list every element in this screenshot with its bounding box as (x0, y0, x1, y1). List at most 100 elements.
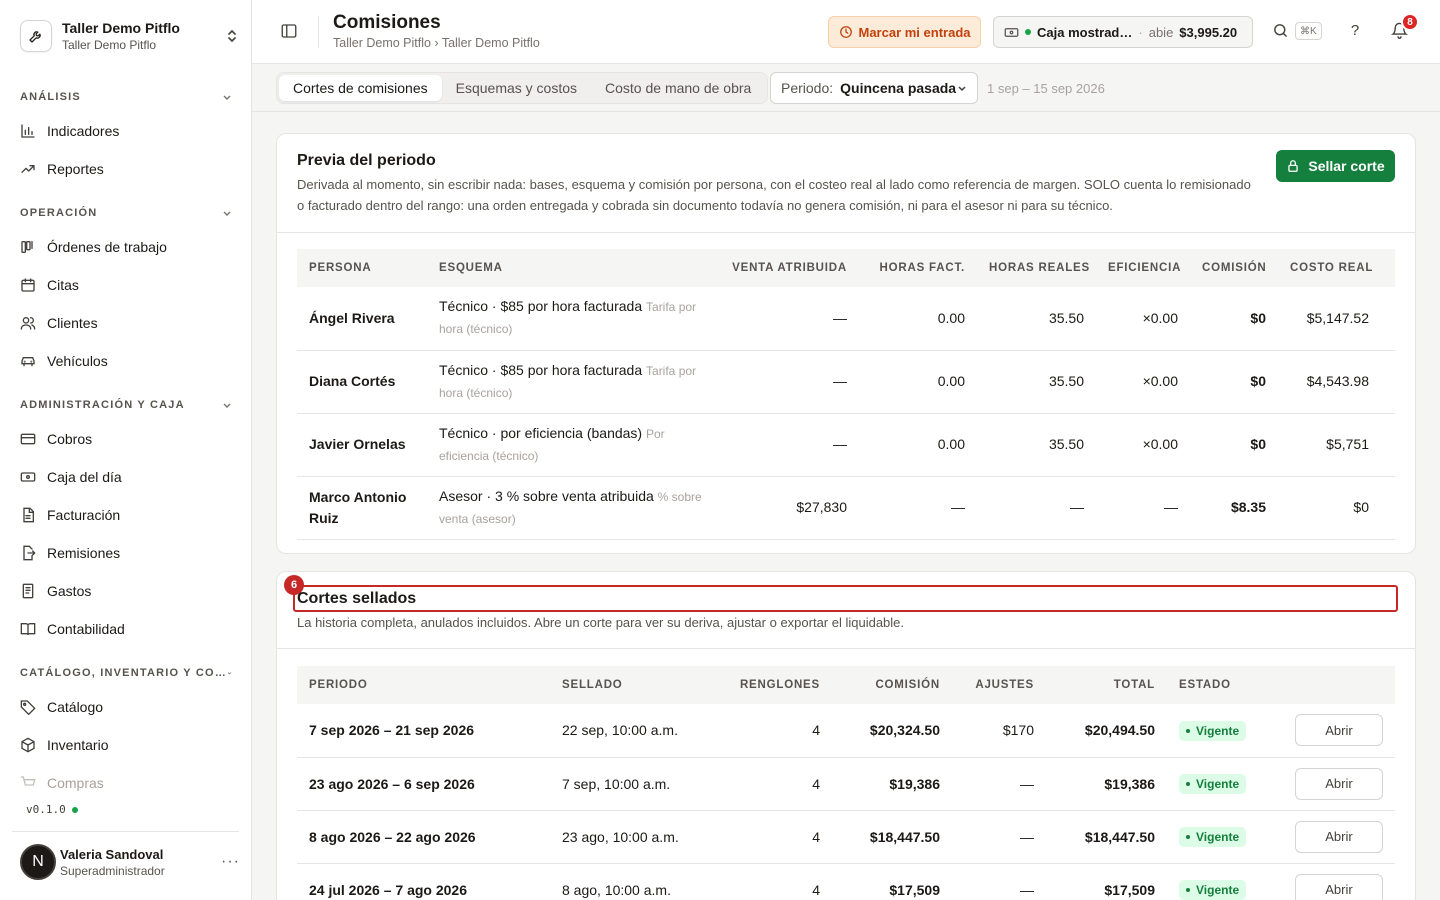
sidebar-item-contabilidad[interactable]: Contabilidad (20, 612, 232, 646)
seal-button[interactable]: Sellar corte (1276, 150, 1395, 182)
comision-cell: $19,386 (832, 757, 952, 811)
column-header[interactable]: AJUSTES (952, 666, 1046, 704)
search-icon[interactable] (1272, 22, 1290, 40)
table-row[interactable]: Marco Antonio Ruiz Asesor · 3 % sobre ve… (297, 476, 1395, 540)
table-row[interactable]: 23 ago 2026 – 6 sep 2026 7 sep, 10:00 a.… (297, 757, 1395, 811)
esquema-cell: Asesor · 3 % sobre venta atribuida % sob… (427, 476, 717, 540)
sidebar-item-clientes[interactable]: Clientes (20, 306, 232, 340)
tab-cortes[interactable]: Cortes de comisiones (279, 75, 442, 101)
sidebar-toggle-icon[interactable] (280, 22, 300, 42)
column-header[interactable]: HORAS FACT. (859, 249, 977, 287)
sidebar-item-inventario[interactable]: Inventario (20, 728, 232, 762)
column-header[interactable]: EFICIENCIA (1096, 249, 1190, 287)
highlight-badge: 6 (284, 575, 304, 595)
cash-register-state: abie (1148, 24, 1174, 40)
users-icon (20, 315, 36, 331)
nav-section-administracion[interactable]: ADMINISTRACIÓN Y CAJA (20, 395, 232, 415)
divider (277, 648, 1415, 649)
open-button[interactable]: Abrir (1295, 714, 1383, 747)
sidebar-item-cobros[interactable]: Cobros (20, 422, 232, 456)
sidebar-item-label: Facturación (47, 507, 121, 523)
sellado-cell: 22 sep, 10:00 a.m. (550, 704, 710, 758)
column-header[interactable]: PERIODO (297, 666, 550, 704)
sidebar-item-compras[interactable]: Compras (20, 766, 232, 800)
column-header[interactable]: VENTA ATRIBUIDA (717, 249, 859, 287)
column-header[interactable]: ESQUEMA (427, 249, 717, 287)
wrench-icon (20, 20, 52, 52)
column-header-spacer (1381, 249, 1395, 287)
help-icon[interactable]: ? (1345, 22, 1365, 42)
comision-cell: $8.35 (1190, 476, 1278, 540)
cash-register-selector[interactable]: Caja mostrad… · abie $3,995.20 (993, 16, 1253, 48)
periodo-cell: 8 ago 2026 – 22 ago 2026 (297, 810, 550, 864)
sidebar-item-citas[interactable]: Citas (20, 268, 232, 302)
sidebar-item-reportes[interactable]: Reportes (20, 152, 232, 186)
periodo-cell: 24 jul 2026 – 7 ago 2026 (297, 863, 550, 900)
comision-cell: $0 (1190, 350, 1278, 414)
lock-icon (1286, 159, 1300, 173)
column-header[interactable]: ESTADO (1167, 666, 1277, 704)
sidebar-item-ordenes[interactable]: Órdenes de trabajo (20, 230, 232, 264)
tab-costo-mano-obra[interactable]: Costo de mano de obra (591, 75, 765, 101)
esquema-cell: Técnico · por eficiencia (bandas) Por ef… (427, 413, 717, 477)
table-row[interactable]: Ángel Rivera Técnico · $85 por hora fact… (297, 287, 1395, 351)
column-header[interactable]: SELLADO (550, 666, 710, 704)
sidebar-item-facturacion[interactable]: Facturación (20, 498, 232, 532)
open-button[interactable]: Abrir (1295, 767, 1383, 800)
estado-cell: Vigente (1167, 704, 1277, 758)
receipt-icon (20, 583, 36, 599)
user-menu[interactable]: N Valeria Sandoval Superadministrador ··… (20, 842, 240, 882)
chevron-down-icon (223, 211, 231, 216)
column-header[interactable]: HORAS REALES (977, 249, 1096, 287)
column-header[interactable]: COMISIÓN (1190, 249, 1278, 287)
column-header[interactable]: COMISIÓN (832, 666, 952, 704)
box-icon (20, 737, 36, 753)
horas-reales-cell: — (977, 476, 1096, 540)
total-cell: $18,447.50 (1046, 810, 1167, 864)
column-header[interactable]: PERSONA (297, 249, 427, 287)
table-row[interactable]: Javier Ornelas Técnico · por eficiencia … (297, 413, 1395, 477)
eficiencia-cell: ×0.00 (1096, 413, 1190, 477)
tag-icon (20, 699, 36, 715)
sidebar-item-catalogo[interactable]: Catálogo (20, 690, 232, 724)
sidebar-item-label: Órdenes de trabajo (47, 239, 167, 255)
period-select[interactable]: Periodo: Quincena pasada (770, 72, 978, 104)
open-button[interactable]: Abrir (1295, 820, 1383, 853)
costo-cell: $5,751 (1278, 413, 1381, 477)
nav-section-analisis[interactable]: ANÁLISIS (20, 87, 232, 107)
costo-cell: $0 (1278, 476, 1381, 540)
nav-section-label: CATÁLOGO, INVENTARIO Y CO… (20, 667, 228, 679)
nav-section-operacion[interactable]: OPERACIÓN (20, 203, 232, 223)
clock-in-button[interactable]: Marcar mi entrada (828, 16, 981, 48)
page-title: Comisiones (333, 12, 441, 33)
org-switcher[interactable]: Taller Demo Pitflo Taller Demo Pitflo (20, 16, 240, 56)
horas-fact-cell: 0.00 (859, 287, 977, 351)
nav-section-catalogo[interactable]: CATÁLOGO, INVENTARIO Y CO… (20, 663, 232, 683)
sidebar-item-label: Remisiones (47, 545, 121, 561)
sidebar-item-indicadores[interactable]: Indicadores (20, 114, 232, 148)
open-button[interactable]: Abrir (1295, 873, 1383, 900)
sidebar-item-vehiculos[interactable]: Vehículos (20, 344, 232, 378)
column-header[interactable]: RENGLONES (710, 666, 832, 704)
column-header[interactable]: TOTAL (1046, 666, 1167, 704)
renglones-cell: 4 (710, 810, 832, 864)
tabs: Cortes de comisiones Esquemas y costos C… (276, 72, 769, 104)
table-row[interactable]: 8 ago 2026 – 22 ago 2026 23 ago, 10:00 a… (297, 810, 1395, 864)
table-row[interactable]: 24 jul 2026 – 7 ago 2026 8 ago, 10:00 a.… (297, 863, 1395, 900)
persona-cell: Marco Antonio Ruiz (297, 476, 427, 540)
status-badge: Vigente (1179, 880, 1247, 900)
tab-esquemas[interactable]: Esquemas y costos (442, 75, 591, 101)
more-icon[interactable]: ··· (221, 853, 240, 871)
status-dot (71, 806, 78, 813)
nav-section-label: OPERACIÓN (20, 207, 98, 219)
venta-cell: — (717, 350, 859, 414)
table-row[interactable]: 7 sep 2026 – 21 sep 2026 22 sep, 10:00 a… (297, 704, 1395, 758)
sidebar-item-caja[interactable]: Caja del día (20, 460, 232, 494)
app-version: v0.1.0 (26, 803, 78, 816)
table-row[interactable]: Diana Cortés Técnico · $85 por hora fact… (297, 350, 1395, 414)
column-header[interactable]: COSTO REAL (1278, 249, 1381, 287)
sidebar-item-gastos[interactable]: Gastos (20, 574, 232, 608)
sidebar-item-remisiones[interactable]: Remisiones (20, 536, 232, 570)
status-label: Vigente (1196, 777, 1240, 791)
sealed-description: La historia completa, anulados incluidos… (297, 615, 905, 630)
